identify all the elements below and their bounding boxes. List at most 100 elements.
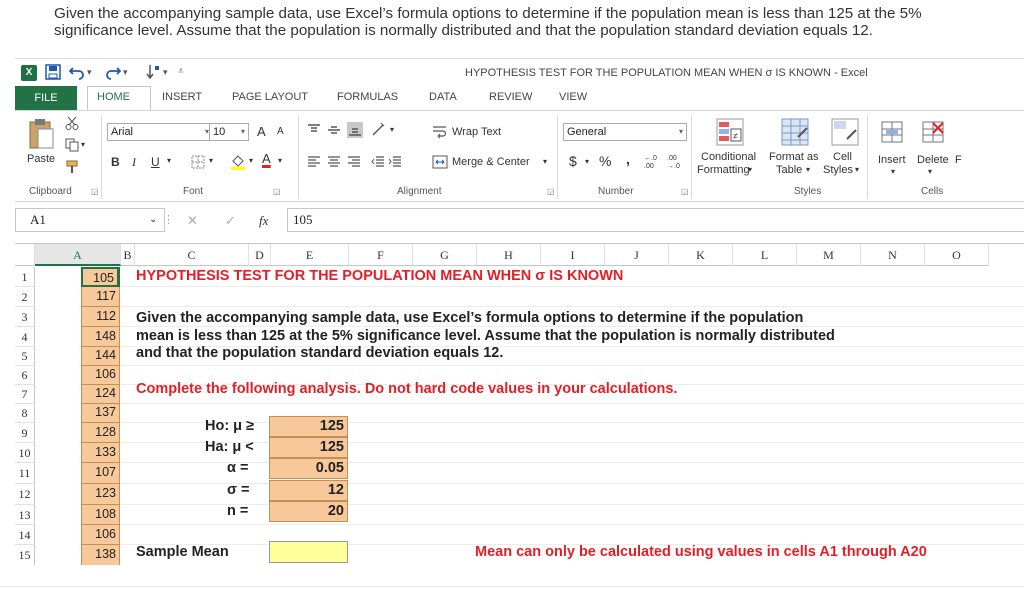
- font-size-dropdown-icon[interactable]: ▾: [241, 124, 245, 140]
- sample-data-cell[interactable]: 107: [81, 463, 120, 484]
- insert-cells-dropdown-icon[interactable]: ▾: [891, 167, 895, 176]
- sample-data-cell[interactable]: 148: [81, 327, 120, 347]
- sample-data-cell[interactable]: 108: [81, 505, 120, 525]
- column-header-e[interactable]: E: [271, 244, 349, 266]
- sort-icon[interactable]: [145, 63, 161, 81]
- redo-icon[interactable]: [105, 64, 121, 80]
- conditional-formatting-dropdown-icon[interactable]: ▾: [748, 165, 752, 174]
- delete-cells-button[interactable]: Delete: [917, 154, 949, 166]
- column-header-c[interactable]: C: [135, 244, 249, 266]
- font-color-button[interactable]: A: [262, 151, 271, 166]
- conditional-formatting-line1[interactable]: Conditional: [701, 151, 756, 163]
- insert-function-icon[interactable]: fx: [259, 213, 268, 229]
- number-format-dropdown-icon[interactable]: ▾: [679, 124, 683, 140]
- column-header-f[interactable]: F: [349, 244, 413, 266]
- alignment-launcher-icon[interactable]: ◲: [547, 187, 555, 196]
- alt-hypothesis-cell[interactable]: 125: [269, 437, 348, 458]
- sample-data-cell[interactable]: 112: [81, 307, 120, 327]
- paste-icon[interactable]: [27, 117, 55, 151]
- name-box-dropdown-icon[interactable]: ⌄: [149, 214, 157, 225]
- clipboard-launcher-icon[interactable]: ◲: [91, 187, 99, 196]
- column-header-g[interactable]: G: [413, 244, 477, 266]
- tab-file[interactable]: FILE: [15, 86, 77, 110]
- font-size-combo[interactable]: 10 ▾: [209, 123, 249, 141]
- fill-color-icon[interactable]: [230, 153, 246, 171]
- cell-styles-dropdown-icon[interactable]: ▾: [855, 165, 859, 174]
- row-header[interactable]: 5: [15, 347, 35, 366]
- column-header-h[interactable]: H: [477, 244, 541, 266]
- column-header-b[interactable]: B: [121, 244, 135, 266]
- null-hypothesis-cell[interactable]: 125: [269, 416, 348, 437]
- align-center-icon[interactable]: [327, 155, 341, 169]
- cell-styles-line2[interactable]: Styles: [823, 164, 853, 176]
- decrease-indent-icon[interactable]: [371, 155, 385, 169]
- row-header[interactable]: 8: [15, 404, 35, 423]
- align-bottom-icon[interactable]: [347, 122, 363, 138]
- tab-insert[interactable]: INSERT: [162, 91, 202, 103]
- sample-data-cell[interactable]: 106: [81, 525, 120, 545]
- font-launcher-icon[interactable]: ◲: [273, 187, 281, 196]
- conditional-formatting-line2[interactable]: Formatting: [697, 164, 750, 176]
- cancel-icon[interactable]: ✕: [187, 213, 198, 229]
- number-format-combo[interactable]: General ▾: [563, 123, 687, 141]
- cell-styles-line1[interactable]: Cell: [833, 151, 852, 163]
- number-launcher-icon[interactable]: ◲: [681, 187, 689, 196]
- tab-formulas[interactable]: FORMULAS: [337, 91, 398, 103]
- delete-cells-dropdown-icon[interactable]: ▾: [928, 167, 932, 176]
- cell-styles-icon[interactable]: [830, 117, 860, 147]
- wrap-text-button[interactable]: Wrap Text: [452, 126, 501, 138]
- underline-dropdown-icon[interactable]: ▾: [167, 156, 171, 165]
- orientation-dropdown-icon[interactable]: ▾: [390, 125, 394, 134]
- row-header[interactable]: 2: [15, 287, 35, 307]
- sigma-cell[interactable]: 12: [269, 480, 348, 501]
- undo-dropdown-icon[interactable]: ▾: [87, 67, 92, 78]
- undo-icon[interactable]: [69, 64, 85, 80]
- delete-cells-icon[interactable]: [921, 119, 945, 145]
- redo-dropdown-icon[interactable]: ▾: [123, 67, 128, 78]
- align-left-icon[interactable]: [307, 155, 321, 169]
- row-header[interactable]: 15: [15, 545, 35, 565]
- column-header-o[interactable]: O: [925, 244, 989, 266]
- row-header[interactable]: 14: [15, 525, 35, 545]
- font-color-dropdown-icon[interactable]: ▾: [278, 156, 282, 165]
- column-header-i[interactable]: I: [541, 244, 605, 266]
- format-as-table-icon[interactable]: [780, 117, 810, 147]
- orientation-icon[interactable]: [371, 121, 389, 137]
- row-header[interactable]: 7: [15, 385, 35, 404]
- tab-page-layout[interactable]: PAGE LAYOUT: [232, 91, 308, 103]
- row-header[interactable]: 9: [15, 423, 35, 443]
- copy-icon[interactable]: [65, 138, 79, 152]
- align-top-icon[interactable]: [307, 123, 321, 137]
- wrap-text-icon[interactable]: [432, 125, 448, 139]
- column-header-k[interactable]: K: [669, 244, 733, 266]
- row-header[interactable]: 4: [15, 327, 35, 347]
- merge-center-icon[interactable]: [432, 155, 448, 169]
- align-middle-icon[interactable]: [327, 123, 341, 137]
- align-right-icon[interactable]: [347, 155, 361, 169]
- row-header[interactable]: 3: [15, 307, 35, 327]
- format-cells-button[interactable]: F: [955, 154, 962, 166]
- select-all-corner[interactable]: [15, 244, 35, 266]
- tab-data[interactable]: DATA: [429, 91, 457, 103]
- conditional-formatting-icon[interactable]: ≠: [715, 117, 745, 147]
- paste-button[interactable]: Paste: [27, 153, 55, 165]
- sort-dropdown-icon[interactable]: ▾: [163, 67, 168, 78]
- save-icon[interactable]: [45, 64, 61, 80]
- sample-data-cell[interactable]: 123: [81, 484, 120, 505]
- sample-data-cell[interactable]: 124: [81, 385, 120, 404]
- column-header-l[interactable]: L: [733, 244, 797, 266]
- increase-indent-icon[interactable]: [388, 155, 402, 169]
- comma-button[interactable]: ,: [626, 151, 630, 167]
- borders-dropdown-icon[interactable]: ▾: [209, 156, 213, 165]
- sample-data-cell[interactable]: 117: [81, 287, 120, 307]
- tab-review[interactable]: REVIEW: [489, 91, 532, 103]
- merge-center-button[interactable]: Merge & Center: [452, 156, 530, 168]
- increase-decimal-button[interactable]: ←.0 .00: [644, 155, 666, 171]
- row-header[interactable]: 1: [15, 267, 35, 287]
- format-as-table-line1[interactable]: Format as: [769, 151, 819, 163]
- column-header-d[interactable]: D: [249, 244, 271, 266]
- column-header-n[interactable]: N: [861, 244, 925, 266]
- copy-dropdown-icon[interactable]: ▾: [81, 140, 85, 149]
- sample-mean-cell[interactable]: [269, 541, 348, 563]
- tab-home[interactable]: HOME: [97, 91, 130, 103]
